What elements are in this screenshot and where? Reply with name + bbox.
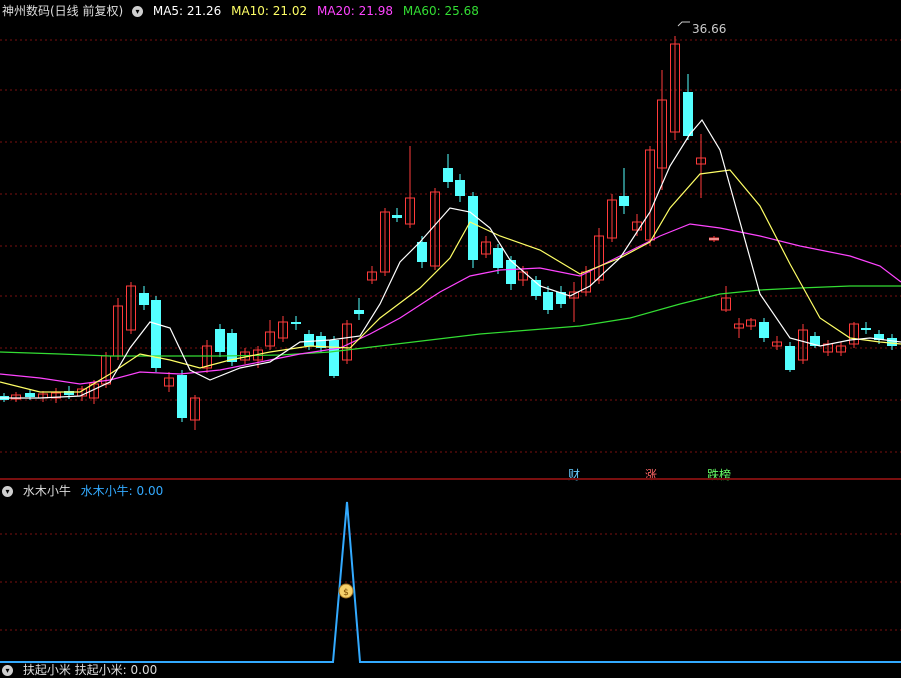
candle-body-down — [468, 196, 478, 260]
candlestick — [11, 392, 21, 402]
candlestick — [696, 134, 706, 198]
candlestick — [836, 342, 846, 356]
candlestick — [164, 372, 174, 392]
candlestick — [316, 332, 326, 352]
candle-body-down — [619, 196, 629, 206]
event-tag-rise[interactable]: 涨 — [645, 466, 657, 483]
candlestick — [51, 388, 61, 403]
candle-body-down — [25, 393, 35, 397]
candle-body-down — [543, 292, 553, 310]
candle-body-down — [443, 168, 453, 182]
candlestick — [556, 286, 566, 308]
candlestick — [392, 208, 402, 222]
candle-body-down — [493, 248, 503, 268]
candlestick — [265, 320, 275, 350]
ma10-line — [0, 169, 901, 393]
candle-body-down — [139, 293, 149, 305]
candle-body-down — [291, 322, 301, 324]
price-chart-canvas[interactable] — [0, 0, 901, 478]
candlestick — [215, 324, 225, 357]
stock-title: 神州数码(日线 前复权) — [2, 4, 124, 18]
candlestick — [443, 154, 453, 188]
indicator-value: 水木小牛: 0.00 — [80, 484, 164, 498]
candlestick — [849, 322, 859, 348]
candlestick — [657, 70, 667, 190]
candlestick — [367, 266, 377, 284]
candle-body-down — [354, 310, 364, 314]
candlestick — [151, 296, 161, 372]
candlestick — [177, 370, 187, 422]
candlestick — [683, 74, 693, 140]
event-tag-fall-list[interactable]: 跌榜 — [707, 466, 731, 483]
candle-body-down — [177, 375, 187, 418]
candlestick — [607, 194, 617, 242]
indicator-title: 水木小牛 — [22, 484, 71, 498]
main-legend: 神州数码(日线 前复权) ▾ MA5: 21.26 MA10: 21.02 MA… — [2, 3, 485, 19]
candlestick — [405, 146, 415, 228]
candlestick — [619, 168, 629, 214]
candle-body-down — [392, 215, 402, 218]
candlestick — [468, 192, 478, 268]
candle-body-down — [861, 328, 871, 330]
indicator-bottom-legend: ▾ 扶起小米 扶起小米: 0.00 — [2, 662, 163, 678]
indicator-dropdown-icon[interactable]: ▾ — [2, 486, 13, 497]
candlestick — [734, 318, 744, 338]
indicator-legend: ▾ 水木小牛 水木小牛: 0.00 — [2, 483, 169, 499]
candlestick — [455, 174, 465, 202]
panel-divider — [0, 478, 901, 480]
indicator2-label: 扶起小米 扶起小米: 0.00 — [22, 663, 158, 677]
peak-price-label: 36.66 — [692, 22, 727, 36]
candle-body-down — [304, 334, 314, 346]
settings-dropdown-icon[interactable]: ▾ — [132, 6, 144, 17]
candlestick — [113, 298, 123, 360]
candle-body-down — [417, 242, 427, 262]
candlestick — [569, 282, 579, 322]
candlestick — [354, 298, 364, 320]
candlestick — [126, 282, 136, 334]
candlestick — [139, 286, 149, 310]
candlestick — [785, 342, 795, 372]
candlestick — [645, 146, 655, 246]
candle-body-down — [785, 346, 795, 370]
candlestick — [417, 236, 427, 268]
candle-body-down — [455, 180, 465, 196]
money-bag-icon: $ — [338, 583, 354, 599]
candlestick — [721, 286, 731, 312]
ma10-label: MA10: 21.02 — [231, 4, 308, 18]
candlestick — [594, 228, 604, 284]
indicator-panel[interactable]: $ ▾ 水木小牛 水木小牛: 0.00 ▾ 扶起小米 扶起小米: 0.00 — [0, 482, 901, 677]
candlestick — [278, 316, 288, 342]
money-bag-symbol: $ — [343, 588, 349, 598]
candlestick — [481, 236, 491, 258]
candlestick — [861, 322, 871, 334]
ma20-label: MA20: 21.98 — [316, 4, 394, 18]
candle-body-down — [683, 92, 693, 136]
candlestick — [380, 208, 390, 276]
price-chart-panel[interactable]: 神州数码(日线 前复权) ▾ MA5: 21.26 MA10: 21.02 MA… — [0, 0, 901, 482]
candlestick — [670, 36, 680, 140]
candlestick — [342, 320, 352, 364]
candlestick — [291, 316, 301, 330]
event-tag-finance[interactable]: 财 — [568, 466, 580, 483]
ma60-label: MA60: 25.68 — [402, 4, 479, 18]
peak-marker — [677, 21, 690, 27]
indicator-canvas[interactable]: $ — [0, 482, 901, 671]
ma5-label: MA5: 21.26 — [152, 4, 222, 18]
candle-body-down — [759, 322, 769, 338]
candle-body-down — [215, 329, 225, 352]
candle-body-down — [329, 340, 339, 376]
candlestick — [329, 336, 339, 378]
candle-body-down — [227, 333, 237, 362]
candle-body-down — [887, 338, 897, 346]
candlestick — [746, 318, 756, 330]
candlestick — [798, 324, 808, 364]
candlestick — [759, 318, 769, 342]
